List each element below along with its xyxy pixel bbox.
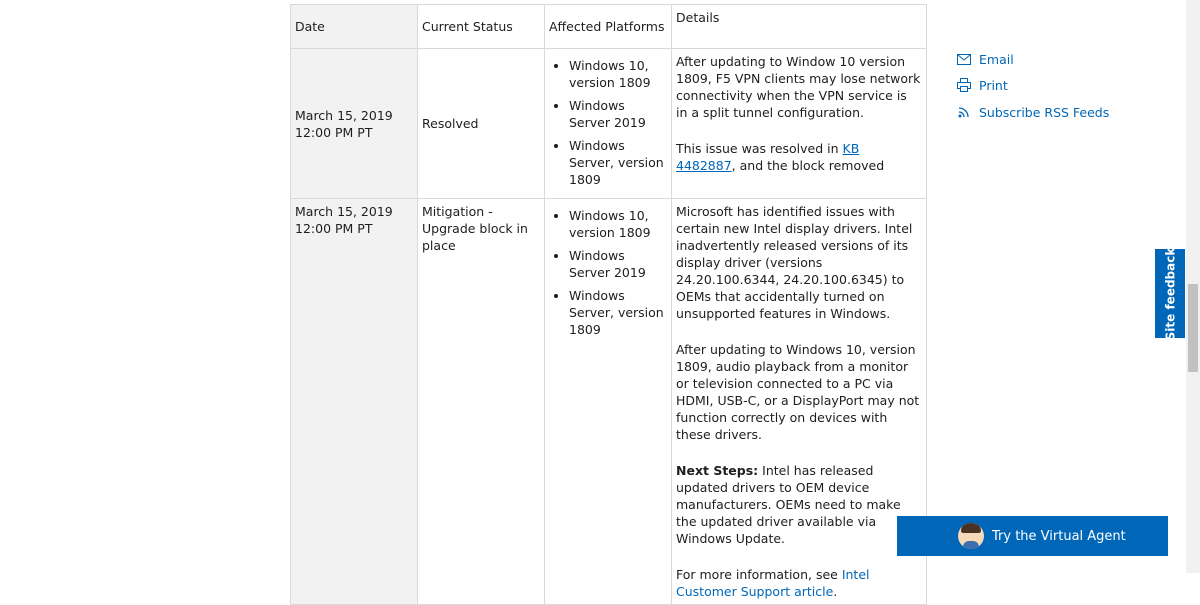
site-feedback-button[interactable]: Site feedback [1155, 247, 1185, 340]
details-text: . [833, 584, 838, 599]
rss-label: Subscribe RSS Feeds [979, 104, 1110, 120]
row-platforms: Windows 10, version 1809 Windows Server … [544, 198, 672, 605]
print-label: Print [979, 77, 1008, 93]
agent-avatar-icon [958, 523, 984, 549]
row-date: March 15, 2019 12:00 PM PT [290, 198, 418, 605]
details-text: This issue was resolved in [676, 141, 843, 156]
details-paragraph: This issue was resolved in KB 4482887, a… [676, 140, 922, 174]
print-link[interactable]: Print [955, 77, 1008, 93]
details-paragraph: Next Steps: Intel has released updated d… [676, 462, 922, 547]
platform-item: Windows Server 2019 [569, 247, 667, 281]
row-platforms: Windows 10, version 1809 Windows Server … [544, 48, 672, 199]
platform-item: Windows 10, version 1809 [569, 57, 667, 91]
row-date: March 15, 2019 12:00 PM PT [290, 48, 418, 199]
rss-icon [955, 104, 973, 120]
details-paragraph: After updating to Window 10 version 1809… [676, 54, 921, 120]
table-row: March 15, 2019 12:00 PM PT Resolved Wind… [290, 48, 927, 199]
platform-item: Windows Server 2019 [569, 97, 667, 131]
platform-item: Windows 10, version 1809 [569, 207, 667, 241]
details-text: , and the block removed [731, 158, 885, 173]
table-header-row: Date Current Status Affected Platforms D… [290, 4, 927, 49]
rss-link[interactable]: Subscribe RSS Feeds [955, 104, 1109, 120]
print-icon [955, 77, 973, 93]
row-status: Mitigation - Upgrade block in place [417, 198, 545, 605]
email-label: Email [979, 51, 1014, 67]
details-paragraph: After updating to Windows 10, version 18… [676, 342, 920, 442]
email-link[interactable]: Email [955, 51, 1014, 67]
table-row: March 15, 2019 12:00 PM PT Mitigation - … [290, 198, 927, 605]
header-details: Details [671, 4, 927, 49]
details-paragraph: Microsoft has identified issues with cer… [676, 204, 913, 321]
mail-icon [955, 51, 973, 67]
next-steps-label: Next Steps: [676, 463, 759, 478]
header-status: Current Status [417, 4, 545, 49]
virtual-agent-label: Try the Virtual Agent [992, 528, 1126, 544]
header-date: Date [290, 4, 418, 49]
platform-item: Windows Server, version 1809 [569, 137, 667, 188]
header-platforms: Affected Platforms [544, 4, 672, 49]
site-feedback-label: Site feedback [1163, 247, 1177, 340]
row-details: After updating to Window 10 version 1809… [671, 48, 927, 199]
row-details: Microsoft has identified issues with cer… [671, 198, 927, 605]
row-status: Resolved [417, 48, 545, 199]
platform-item: Windows Server, version 1809 [569, 287, 667, 338]
virtual-agent-button[interactable]: Try the Virtual Agent [897, 516, 1168, 556]
release-status-table: Date Current Status Affected Platforms D… [290, 4, 927, 605]
details-text: For more information, see [676, 567, 842, 582]
scrollbar-thumb[interactable] [1188, 284, 1198, 372]
details-paragraph: For more information, see Intel Customer… [676, 566, 922, 600]
